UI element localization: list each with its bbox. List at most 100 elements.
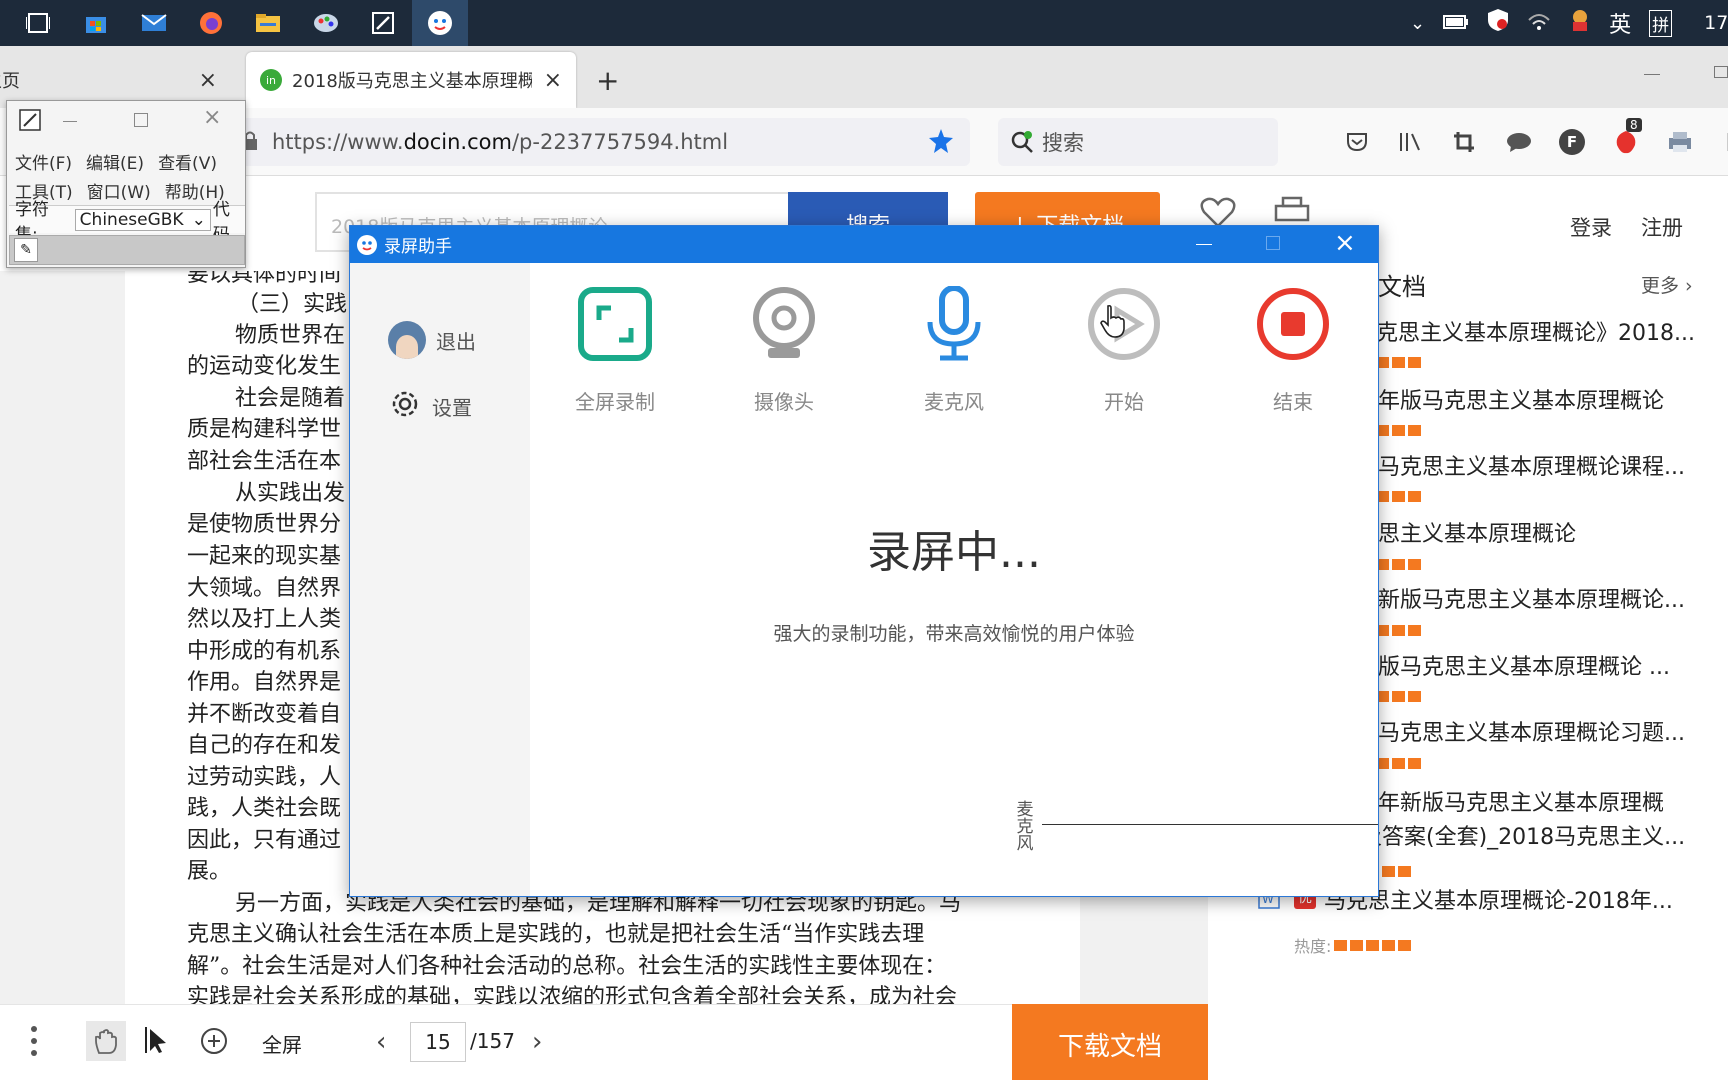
hand-cursor-icon: [1099, 304, 1125, 342]
fullscreen-record-button[interactable]: 全屏录制: [550, 286, 680, 416]
charset-row: 字符集: ChineseGBK ⌄ 代码: [9, 200, 245, 245]
gear-icon: [388, 387, 422, 426]
recorder-title: 录屏助手: [384, 237, 452, 257]
ime-language-label[interactable]: 英: [1609, 7, 1631, 39]
profile-f-icon[interactable]: F: [1558, 128, 1586, 156]
minimize-icon[interactable]: [63, 121, 77, 122]
url-prefix: https://www.: [272, 130, 404, 154]
doc-line: 因此，只有通过: [187, 828, 342, 853]
ime-mode-label[interactable]: 拼: [1649, 9, 1673, 37]
recorder-app-icon[interactable]: [412, 0, 468, 46]
restore-icon[interactable]: [1714, 66, 1728, 78]
crop-screenshot-icon[interactable]: [1450, 128, 1478, 156]
heat-rating: [1376, 691, 1421, 702]
register-link[interactable]: 注册: [1641, 212, 1683, 242]
page-number-input[interactable]: 15: [410, 1022, 466, 1062]
doc-line: 展。: [187, 859, 232, 884]
pocket-icon[interactable]: [1343, 128, 1371, 156]
doc-line: 一起来的现实基: [187, 544, 342, 569]
minimize-icon[interactable]: [1644, 74, 1660, 75]
maximize-icon[interactable]: [1266, 236, 1280, 250]
menu-file[interactable]: 文件(F): [15, 149, 72, 174]
doc-line: 大领域。自然界: [187, 576, 342, 601]
prev-page-icon[interactable]: ‹: [376, 1027, 386, 1057]
settings-item[interactable]: 设置: [388, 387, 472, 426]
related-item[interactable]: 年版马克思主义基本原理概论: [1378, 383, 1664, 415]
more-link[interactable]: 更多 ›: [1641, 271, 1693, 298]
chevron-up-icon[interactable]: ⌄: [1410, 13, 1425, 34]
mic-level-label: 麦克风: [1016, 800, 1034, 854]
related-item[interactable]: 新版马克思主义基本原理概论...: [1378, 582, 1685, 614]
bookmark-star-icon[interactable]: [928, 128, 954, 159]
charset-select[interactable]: ChineseGBK ⌄: [74, 208, 211, 231]
url-field[interactable]: https://www. docin.com /p-2237757594.htm…: [230, 118, 970, 166]
more-vertical-icon[interactable]: [30, 1025, 38, 1061]
battery-icon[interactable]: [1443, 11, 1469, 36]
related-item[interactable]: 克思主义基本原理概论》2018...: [1376, 315, 1695, 347]
related-item[interactable]: 版马克思主义基本原理概论 ...: [1378, 649, 1670, 681]
microphone-button[interactable]: 麦克风: [889, 286, 1019, 416]
camera-icon: [753, 287, 815, 358]
stop-button[interactable]: 结束: [1228, 286, 1358, 416]
store-icon[interactable]: [78, 6, 114, 40]
close-icon[interactable]: ×: [199, 68, 217, 93]
clock[interactable]: 17:20: [1704, 12, 1728, 34]
menu-edit[interactable]: 编辑(E): [86, 149, 144, 174]
browser-search-field[interactable]: 搜索: [998, 118, 1278, 166]
download-document-bottom-button[interactable]: 下载文档: [1012, 1004, 1208, 1080]
editor-app-icon: [19, 109, 41, 136]
task-view-icon[interactable]: [20, 6, 56, 40]
tab-home-title: 主页: [0, 71, 20, 92]
menu-view[interactable]: 查看(V): [158, 149, 217, 174]
menu-window[interactable]: 窗口(W): [87, 178, 151, 203]
close-icon[interactable]: ×: [544, 68, 562, 93]
editor-app-icon[interactable]: [365, 6, 401, 40]
firefox-icon[interactable]: [193, 6, 229, 40]
fullscreen-record-label: 全屏录制: [575, 390, 655, 414]
zoom-in-icon[interactable]: [200, 1027, 228, 1059]
related-item[interactable]: 年新版马克思主义基本原理概: [1378, 785, 1664, 817]
heat-rating: [1376, 625, 1421, 636]
paint-app-icon[interactable]: [308, 6, 344, 40]
extension-notification-icon[interactable]: 8: [1612, 118, 1642, 156]
file-explorer-icon[interactable]: [250, 6, 286, 40]
doc-line: 部社会生活在本: [187, 449, 342, 474]
library-icon[interactable]: [1396, 128, 1424, 156]
doc-line: 并不断改变着自: [187, 702, 342, 727]
close-icon[interactable]: ×: [203, 105, 221, 130]
wifi-icon[interactable]: [1527, 11, 1551, 36]
related-item[interactable]: 思主义基本原理概论: [1378, 516, 1576, 548]
input-method-icon[interactable]: [1569, 8, 1591, 38]
new-tab-button[interactable]: +: [596, 52, 626, 108]
login-link[interactable]: 登录: [1570, 212, 1612, 242]
doc-line: 解”。社会生活是对人们各种社会活动的总称。社会生活的实践性主要体现在：: [187, 954, 947, 979]
heat-rating: [1376, 559, 1421, 570]
start-button[interactable]: 开始: [1059, 286, 1189, 416]
related-item[interactable]: 马克思主义基本原理概论习题...: [1378, 715, 1685, 747]
doc-line: 要以具体的时间: [187, 271, 342, 287]
stop-icon: [1257, 288, 1329, 360]
mail-icon[interactable]: [136, 6, 172, 40]
doc-line: 然以及打上人类: [187, 607, 342, 632]
doc-line: 质是构建科学世: [187, 417, 342, 442]
browser-tab-bar: 主页 × in 2018版马克思主义基本原理概论 × +: [0, 46, 1728, 108]
close-icon[interactable]: ×: [1334, 228, 1356, 258]
url-path: /p-2237757594.html: [511, 130, 729, 154]
related-item[interactable]: 马克思主义基本原理概论课程...: [1378, 449, 1685, 481]
fullscreen-button[interactable]: 全屏: [262, 1029, 302, 1058]
camera-button[interactable]: 摄像头: [719, 286, 849, 416]
chat-icon[interactable]: [1505, 128, 1533, 156]
exit-item[interactable]: 退出: [388, 321, 476, 359]
hand-tool-icon[interactable]: [86, 1021, 126, 1061]
microphone-label: 麦克风: [924, 390, 984, 414]
maximize-icon[interactable]: [134, 113, 148, 127]
minimize-icon[interactable]: [1196, 244, 1212, 245]
security-shield-icon[interactable]: [1487, 8, 1509, 38]
tab-document[interactable]: in 2018版马克思主义基本原理概论 ×: [246, 52, 576, 108]
doc-line: 的运动变化发生: [187, 354, 342, 379]
overflow-icon[interactable]: [1718, 128, 1728, 156]
heat-rating: [1376, 491, 1421, 502]
next-page-icon[interactable]: ›: [532, 1027, 542, 1057]
printer-extension-icon[interactable]: [1666, 128, 1694, 156]
select-cursor-icon[interactable]: [144, 1025, 168, 1059]
